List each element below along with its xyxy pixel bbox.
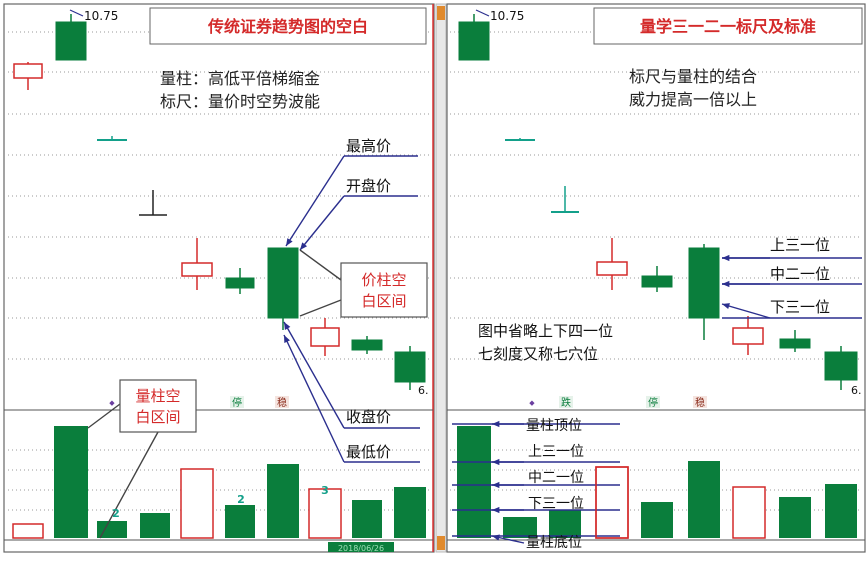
volume-bar-16 — [732, 486, 766, 539]
arrow-open-shaft — [299, 195, 345, 251]
volume-bar-6 — [267, 464, 299, 538]
volume-bar-9 — [394, 487, 426, 538]
arrow-low-shaft — [283, 334, 345, 463]
left-subtitle-2: 标尺：量价时空势波能 — [160, 92, 320, 111]
right-marker-ting: 停 — [648, 396, 658, 409]
vol-label-upper: 上三一位 — [528, 444, 584, 460]
vol-label-middle: 中二一位 — [528, 470, 584, 486]
candle-16-body — [732, 327, 764, 345]
price-gap-line2: 白区间 — [361, 292, 406, 310]
ruler-label-upper: 上三一位 — [770, 236, 830, 254]
volume-bar-14 — [641, 502, 673, 538]
volume-bar-17 — [779, 497, 811, 538]
right-marker-diamond: ◆ — [529, 399, 535, 407]
arrow-vol-lower-head — [492, 506, 500, 514]
volume-gap-connector-1 — [87, 403, 121, 429]
left-marker-ting: 停 — [232, 396, 242, 409]
svg-text:10.75: 10.75 — [84, 9, 118, 23]
left-end-label: 6. — [418, 384, 429, 397]
right-note-2: 七刻度又称七穴位 — [478, 345, 598, 363]
vol-label-top: 量柱顶位 — [526, 418, 582, 434]
arrow-vol-middle-head — [492, 481, 500, 489]
volume-gap-line1: 量柱空 — [135, 387, 180, 405]
volume-bar-18 — [825, 484, 857, 538]
comparison-diagram: 10.75 传统证券趋势图的空白 量柱：高低平倍梯缩金 标尺：量价时空势波能 最… — [3, 3, 866, 553]
callout-close: 收盘价 — [346, 408, 391, 426]
splitter-handle-top — [437, 6, 445, 20]
candle-1-body — [55, 21, 87, 61]
right-title: 量学三一二一标尺及标准 — [640, 17, 816, 36]
callout-open: 开盘价 — [346, 177, 391, 195]
candle-10-body — [458, 21, 490, 61]
candle-17-body — [779, 338, 811, 349]
volume-bars — [12, 426, 857, 539]
right-marker-wen: 稳 — [695, 396, 705, 409]
candle-7-body — [310, 327, 340, 347]
date-label: 2018/06/26 — [338, 544, 384, 553]
candle-4-body — [181, 262, 213, 277]
volume-bar-13 — [595, 466, 629, 539]
candle-14-body — [641, 275, 673, 288]
arrow-ruler-middle-head — [722, 280, 730, 288]
callout-high: 最高价 — [346, 137, 391, 155]
volume-bar-1 — [54, 426, 88, 538]
volume-bar-12 — [549, 510, 581, 538]
splitter — [435, 3, 447, 553]
left-subtitle-1: 量柱：高低平倍梯缩金 — [160, 69, 320, 88]
arrow-vol-top-head — [492, 420, 500, 428]
candle-5-body — [225, 277, 255, 289]
ruler-label-lower: 下三一位 — [770, 298, 830, 316]
candle-8-body — [351, 339, 383, 351]
volume-gap-line2: 白区间 — [135, 408, 180, 426]
right-note-1: 图中省略上下四一位 — [478, 322, 613, 340]
vol-label-bottom: 量柱底位 — [526, 535, 582, 551]
vol-digit-1: 2 — [112, 507, 120, 520]
arrow-high-head — [286, 238, 293, 246]
arrow-ruler-upper-head — [722, 254, 730, 262]
right-subtitle-1: 标尺与量柱的结合 — [629, 67, 757, 86]
ruler-label-middle: 中二一位 — [770, 265, 830, 283]
callout-low: 最低价 — [346, 443, 391, 461]
right-subtitle-2: 威力提高一倍以上 — [629, 90, 757, 109]
volume-bar-8 — [352, 500, 382, 538]
candle-9-body — [394, 351, 426, 383]
arrow-ruler-lower-head — [722, 303, 730, 310]
price-gap-line1: 价柱空 — [361, 271, 406, 289]
candle-18-body — [824, 351, 858, 381]
right-end-label: 6. — [851, 384, 862, 397]
splitter-handle-bottom — [437, 536, 445, 550]
vol-label-lower: 下三一位 — [528, 496, 584, 512]
left-marker-wen: 稳 — [277, 396, 287, 409]
volume-bar-10 — [457, 426, 491, 538]
arrow-vol-upper-head — [492, 458, 500, 466]
arrow-ruler-lower-shaft — [721, 303, 771, 319]
price-gap-connector-1 — [299, 249, 342, 281]
right-marker-die: 跌 — [561, 396, 571, 409]
vol-digit-3: 3 — [321, 484, 329, 497]
volume-bar-4 — [180, 468, 214, 539]
candle-13-body — [596, 261, 628, 276]
volume-bar-15 — [688, 461, 720, 538]
volume-bar-3 — [140, 513, 170, 538]
vol-digit-2: 2 — [237, 493, 245, 506]
right-price-label: 10.75 — [475, 9, 524, 23]
volume-bar-0 — [12, 523, 44, 539]
left-marker-diamond: ◆ — [109, 399, 115, 407]
price-gap-connector-2 — [299, 299, 342, 317]
candle-15-body — [688, 247, 720, 319]
svg-text:10.75: 10.75 — [490, 9, 524, 23]
volume-bar-5 — [225, 505, 255, 538]
candle-0-body — [13, 63, 43, 79]
left-price-label: 10.75 — [69, 9, 118, 23]
left-title: 传统证券趋势图的空白 — [207, 17, 368, 36]
candle-6-body — [267, 247, 299, 319]
